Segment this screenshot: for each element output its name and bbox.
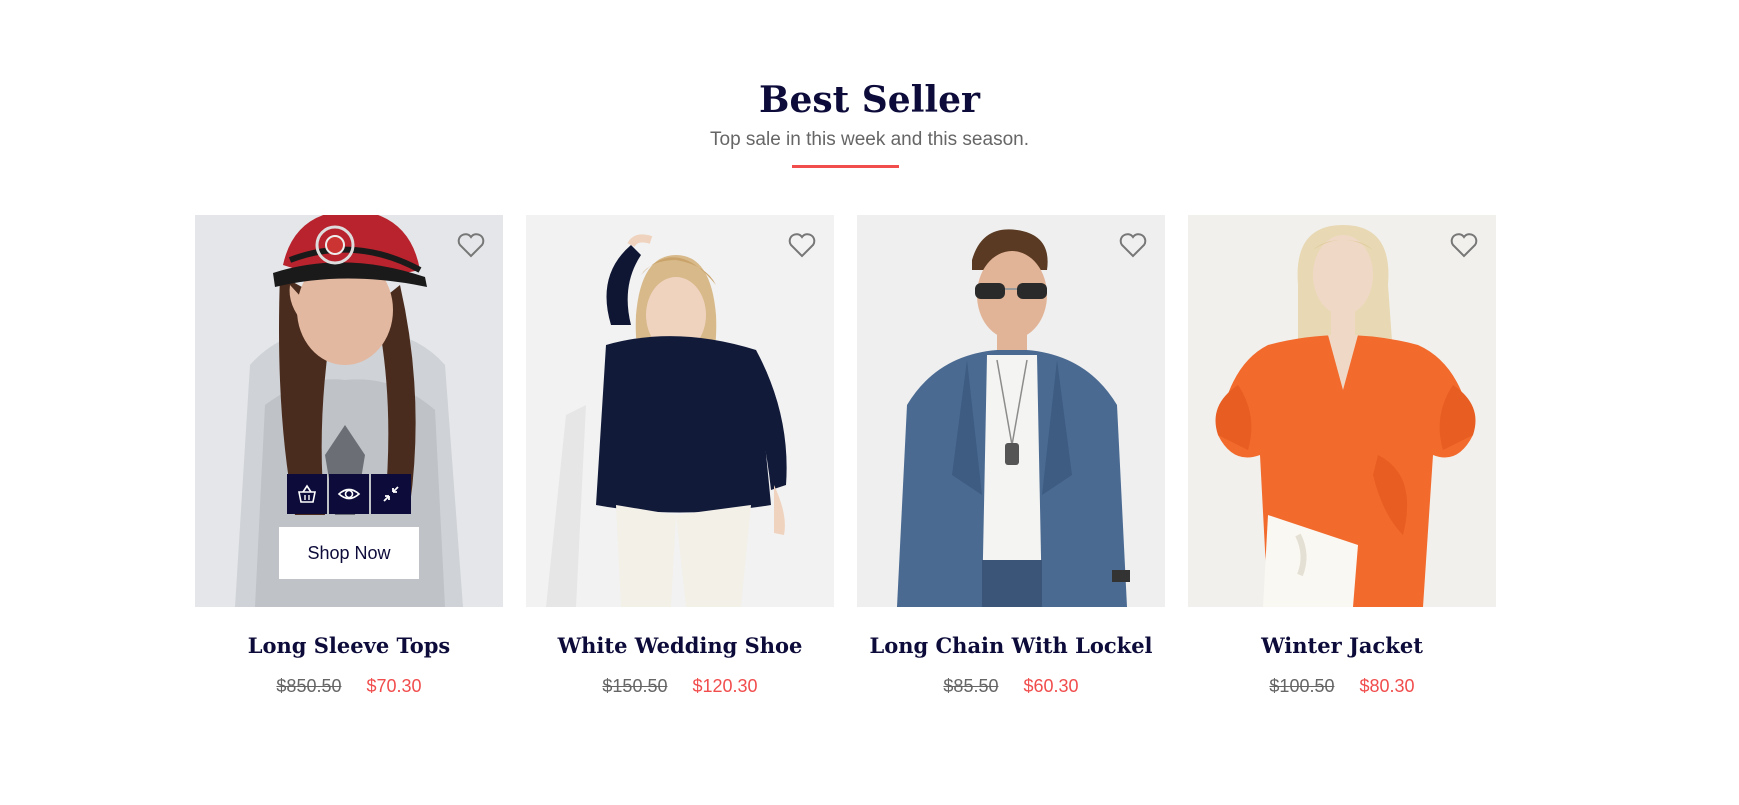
wishlist-heart-icon[interactable] <box>788 232 816 258</box>
new-price: $80.30 <box>1359 676 1415 696</box>
old-price: $850.50 <box>276 676 342 696</box>
old-price: $85.50 <box>943 676 999 696</box>
section-header: Best Seller Top sale in this week and th… <box>0 78 1739 151</box>
old-price: $100.50 <box>1269 676 1335 696</box>
wishlist-heart-icon[interactable] <box>1119 232 1147 258</box>
section-title: Best Seller <box>759 79 980 121</box>
quick-view-button[interactable] <box>329 474 369 514</box>
product-photo-winter-jacket <box>1188 215 1496 607</box>
price-row: $150.50 $120.30 <box>526 676 834 697</box>
eye-icon <box>337 488 361 500</box>
wishlist-heart-icon[interactable] <box>457 232 485 258</box>
product-photo-long-chain-with-lockel <box>857 215 1165 607</box>
section-subtitle: Top sale in this week and this season. <box>710 129 1029 150</box>
new-price: $120.30 <box>692 676 758 696</box>
product-card[interactable]: Winter Jacket $100.50 $80.30 <box>1188 215 1496 697</box>
product-image[interactable] <box>526 215 834 607</box>
product-image[interactable]: Shop Now <box>195 215 503 607</box>
product-image[interactable] <box>857 215 1165 607</box>
product-title[interactable]: Long Chain With Lockel <box>857 607 1165 660</box>
basket-icon <box>298 484 316 503</box>
product-grid: Shop Now Long Sleeve Tops $850.50 $70.30 <box>195 215 1496 715</box>
compare-button[interactable] <box>371 474 411 514</box>
add-to-cart-button[interactable] <box>287 474 327 514</box>
shop-now-button[interactable]: Shop Now <box>279 527 419 579</box>
old-price: $150.50 <box>602 676 668 696</box>
product-card[interactable]: Long Chain With Lockel $85.50 $60.30 <box>857 215 1165 697</box>
new-price: $60.30 <box>1023 676 1079 696</box>
product-title[interactable]: White Wedding Shoe <box>526 607 834 660</box>
price-row: $85.50 $60.30 <box>857 676 1165 697</box>
product-card[interactable]: White Wedding Shoe $150.50 $120.30 <box>526 215 834 697</box>
title-underline <box>792 165 899 168</box>
product-title[interactable]: Winter Jacket <box>1188 607 1496 660</box>
price-row: $100.50 $80.30 <box>1188 676 1496 697</box>
product-image[interactable] <box>1188 215 1496 607</box>
product-action-bar <box>287 474 413 514</box>
compress-icon <box>383 486 399 502</box>
wishlist-heart-icon[interactable] <box>1450 232 1478 258</box>
price-row: $850.50 $70.30 <box>195 676 503 697</box>
product-title[interactable]: Long Sleeve Tops <box>195 607 503 660</box>
product-card[interactable]: Shop Now Long Sleeve Tops $850.50 $70.30 <box>195 215 503 697</box>
new-price: $70.30 <box>366 676 422 696</box>
product-photo-white-wedding-shoe <box>526 215 834 607</box>
